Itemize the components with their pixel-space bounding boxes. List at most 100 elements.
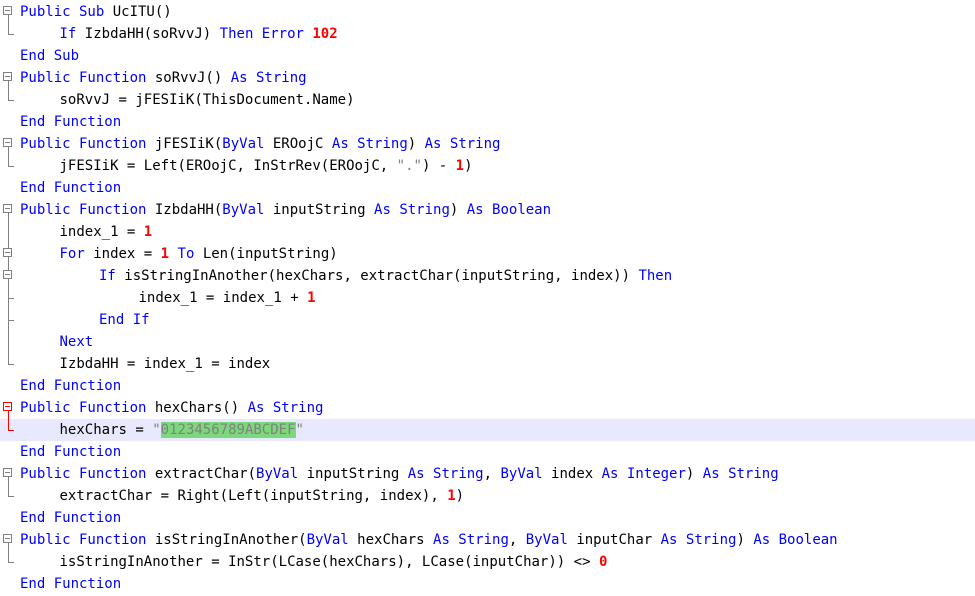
- fold-toggle-icon[interactable]: [3, 138, 12, 147]
- code-text: Public Function isStringInAnother(ByVal …: [20, 529, 838, 551]
- code-line[interactable]: index_1 = 1: [0, 221, 975, 243]
- code-line[interactable]: jFESIiK = Left(EROojC, InStrRev(EROojC, …: [0, 155, 975, 177]
- keyword-token: ByVal: [525, 532, 577, 548]
- keyword-token: Public Function: [20, 400, 155, 416]
- fold-end-marker: [8, 166, 14, 167]
- code-line[interactable]: End Function: [0, 573, 975, 595]
- code-text: End Function: [20, 441, 121, 463]
- keyword-token: As String: [247, 400, 324, 416]
- keyword-token: If: [59, 26, 85, 42]
- code-token: isStringInAnother(: [154, 532, 307, 548]
- keyword-token: As Integer: [601, 466, 686, 482]
- code-line[interactable]: Public Function extractChar(ByVal inputS…: [0, 463, 975, 485]
- keyword-token: Next: [59, 334, 94, 350]
- code-line[interactable]: Public Function isStringInAnother(ByVal …: [0, 529, 975, 551]
- code-line[interactable]: soRvvJ = jFESIiK(ThisDocument.Name): [0, 89, 975, 111]
- code-line[interactable]: Public Function hexChars() As String: [0, 397, 975, 419]
- code-line[interactable]: Next: [0, 331, 975, 353]
- keyword-token: Public Sub: [20, 4, 113, 20]
- code-token: ): [407, 136, 425, 152]
- keyword-token: As String: [331, 136, 408, 152]
- keyword-token: If: [99, 268, 125, 284]
- keyword-token: To: [169, 246, 203, 262]
- fold-toggle-icon[interactable]: [3, 402, 12, 411]
- code-line[interactable]: hexChars = "0123456789ABCDEF": [0, 419, 975, 441]
- code-token: ) -: [421, 158, 456, 174]
- keyword-token: Public Function: [20, 136, 155, 152]
- code-line[interactable]: End Function: [0, 177, 975, 199]
- code-text: isStringInAnother = InStr(LCase(hexChars…: [60, 551, 608, 573]
- number-token: 102: [312, 26, 338, 42]
- fold-end-marker: [8, 298, 14, 299]
- fold-guide-line: [8, 411, 9, 430]
- code-text: End Sub: [20, 45, 79, 67]
- fold-guide-line: [8, 81, 9, 100]
- fold-toggle-icon[interactable]: [3, 6, 12, 15]
- fold-toggle-icon[interactable]: [3, 248, 12, 257]
- fold-end-marker: [8, 364, 14, 365]
- fold-toggle-icon[interactable]: [3, 204, 12, 213]
- code-text: End Function: [20, 507, 121, 529]
- code-token: ): [685, 466, 703, 482]
- code-line[interactable]: End Function: [0, 375, 975, 397]
- fold-toggle-icon[interactable]: [3, 270, 12, 279]
- code-token: ): [455, 488, 465, 504]
- code-line[interactable]: IzbdaHH = index_1 = index: [0, 353, 975, 375]
- code-token: inputString: [306, 466, 408, 482]
- code-text: hexChars = "0123456789ABCDEF": [60, 419, 304, 441]
- code-line[interactable]: extractChar = Right(Left(inputString, in…: [0, 485, 975, 507]
- code-token: extractChar(: [154, 466, 257, 482]
- keyword-token: As String: [407, 466, 484, 482]
- code-token: ): [464, 158, 473, 174]
- code-text: extractChar = Right(Left(inputString, in…: [60, 485, 465, 507]
- code-line[interactable]: Public Function soRvvJ() As String: [0, 67, 975, 89]
- code-line[interactable]: Public Sub UcITU(): [0, 1, 975, 23]
- code-line[interactable]: index_1 = index_1 + 1: [0, 287, 975, 309]
- code-text: For index = 1 To Len(inputString): [60, 243, 338, 265]
- number-token: 1: [143, 224, 153, 240]
- code-text: Public Function extractChar(ByVal inputS…: [20, 463, 779, 485]
- fold-end-marker: [8, 562, 14, 563]
- code-token: inputChar: [576, 532, 661, 548]
- number-token: 0: [598, 554, 608, 570]
- code-line[interactable]: Public Function IzbdaHH(ByVal inputStrin…: [0, 199, 975, 221]
- code-line[interactable]: End Function: [0, 441, 975, 463]
- code-line[interactable]: If IzbdaHH(soRvvJ) Then Error 102: [0, 23, 975, 45]
- number-token: 1: [160, 246, 170, 262]
- code-line[interactable]: If isStringInAnother(hexChars, extractCh…: [0, 265, 975, 287]
- keyword-token: Public Function: [20, 202, 155, 218]
- selected-text: 0123456789ABCDEF: [160, 422, 296, 438]
- fold-toggle-icon[interactable]: [3, 468, 12, 477]
- fold-toggle-icon[interactable]: [3, 534, 12, 543]
- code-token: index_1 = index_1 +: [138, 290, 308, 306]
- keyword-token: As String: [702, 466, 779, 482]
- code-text: Public Function jFESIiK(ByVal EROojC As …: [20, 133, 500, 155]
- code-line[interactable]: End Function: [0, 507, 975, 529]
- code-line[interactable]: End Sub: [0, 45, 975, 67]
- code-token: ,: [508, 532, 526, 548]
- code-token: ): [736, 532, 754, 548]
- code-text: Public Function hexChars() As String: [20, 397, 323, 419]
- code-line[interactable]: Public Function jFESIiK(ByVal EROojC As …: [0, 133, 975, 155]
- number-token: 1: [455, 158, 465, 174]
- code-token: ): [449, 202, 467, 218]
- fold-guide-line: [8, 147, 9, 166]
- fold-guide-line: [8, 279, 9, 298]
- code-line[interactable]: End If: [0, 309, 975, 331]
- code-token: index =: [93, 246, 161, 262]
- code-text: End If: [99, 309, 150, 331]
- keyword-token: ByVal: [222, 202, 273, 218]
- code-line[interactable]: isStringInAnother = InStr(LCase(hexChars…: [0, 551, 975, 573]
- keyword-token: As String: [374, 202, 450, 218]
- code-token: hexChars =: [59, 422, 153, 438]
- code-line[interactable]: For index = 1 To Len(inputString): [0, 243, 975, 265]
- keyword-token: Public Function: [20, 532, 155, 548]
- code-text: soRvvJ = jFESIiK(ThisDocument.Name): [60, 89, 355, 111]
- code-token: soRvvJ = jFESIiK(ThisDocument.Name): [59, 92, 355, 108]
- code-text: End Function: [20, 375, 121, 397]
- code-editor[interactable]: Public Sub UcITU() If IzbdaHH(soRvvJ) The…: [0, 0, 975, 596]
- code-line[interactable]: End Function: [0, 111, 975, 133]
- keyword-token: Then: [638, 268, 673, 284]
- fold-toggle-icon[interactable]: [3, 72, 12, 81]
- code-token: hexChars: [357, 532, 434, 548]
